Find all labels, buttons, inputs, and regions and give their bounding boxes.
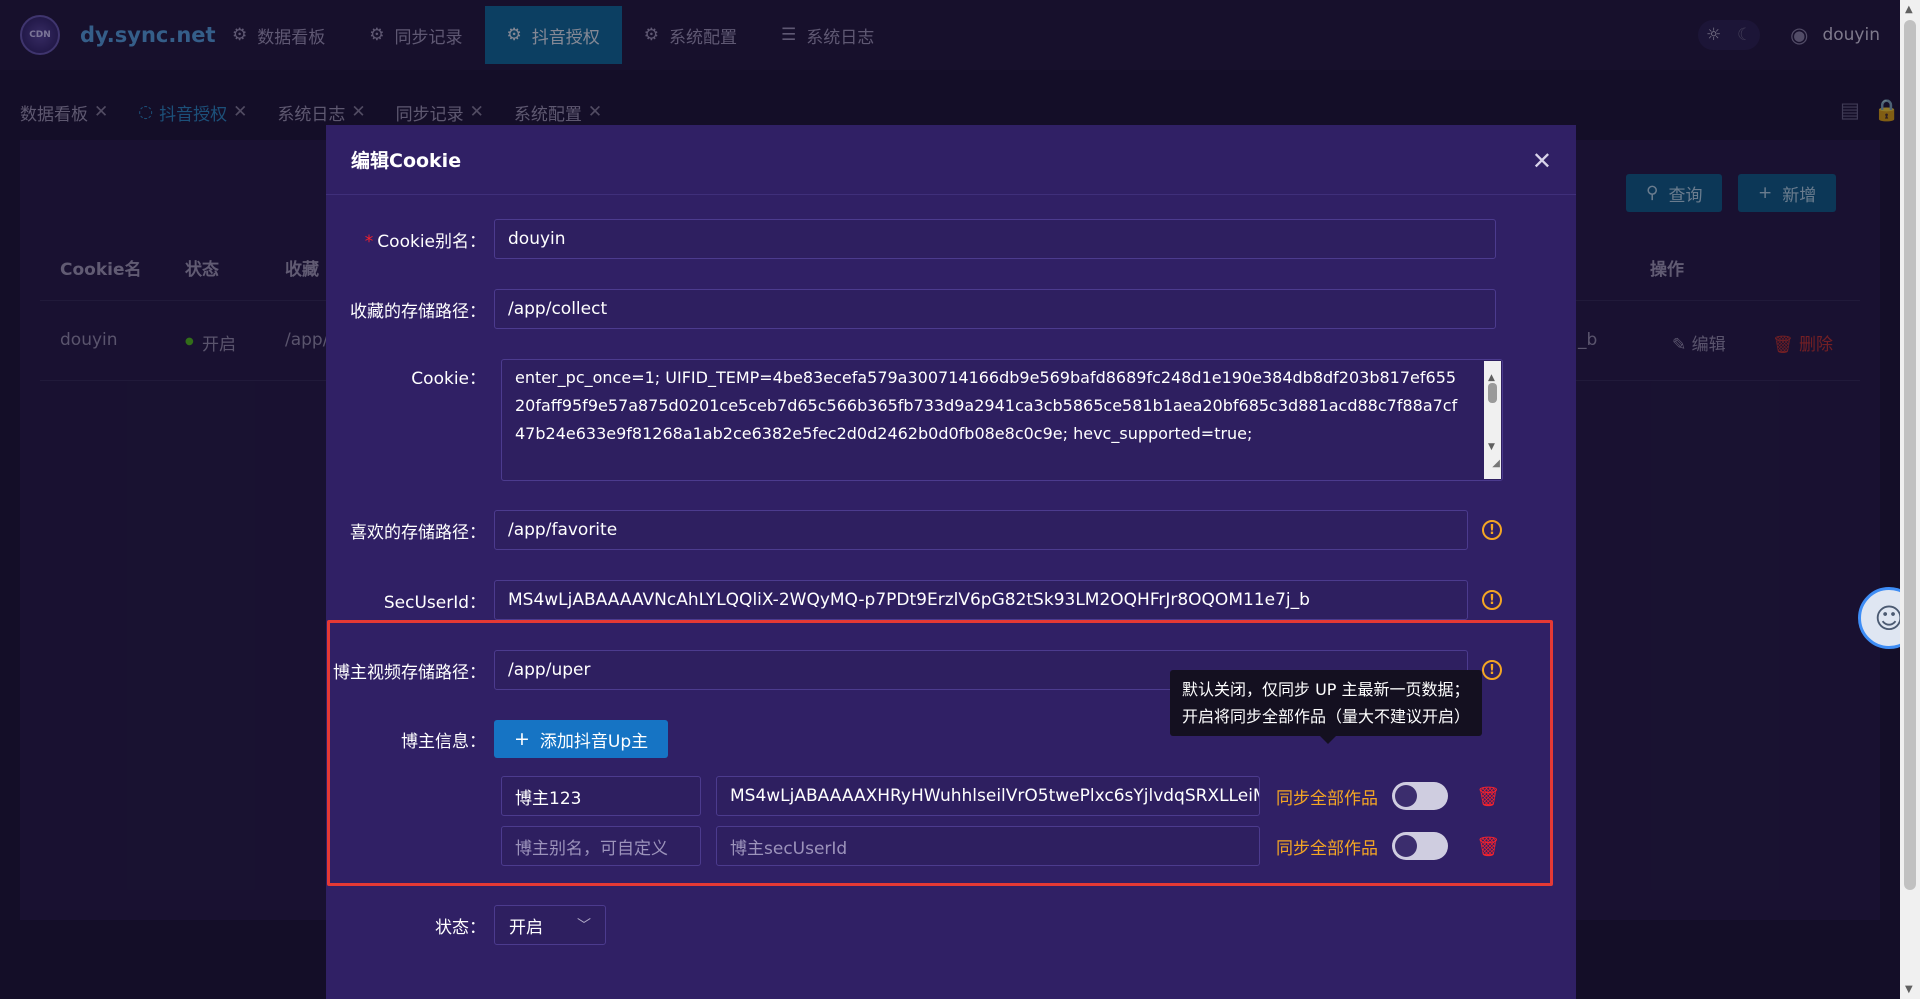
form-row-alias: * Cookie别名： douyin bbox=[326, 219, 1496, 259]
status-label: 状态： bbox=[435, 917, 486, 938]
page-scrollbar[interactable]: ▲ ▼ bbox=[1900, 0, 1920, 999]
alias-label-text: Cookie别名： bbox=[377, 231, 486, 252]
scroll-thumb[interactable] bbox=[1904, 20, 1916, 890]
warning-icon[interactable]: ! bbox=[1482, 590, 1502, 610]
collect-path-label: 收藏的存储路径： bbox=[350, 301, 486, 322]
highlight-box bbox=[327, 620, 1553, 886]
cookie-label: Cookie： bbox=[411, 369, 486, 389]
cookie-textarea[interactable]: enter_pc_once=1; UIFID_TEMP=4be83ecefa57… bbox=[501, 359, 1503, 481]
sec-user-id-input[interactable]: MS4wLjABAAAAVNcAhLYLQQliX-2WQyMQ-p7PDt9E… bbox=[494, 580, 1468, 620]
status-value: 开启 bbox=[509, 917, 543, 938]
sync-tooltip: 默认关闭，仅同步 UP 主最新一页数据；开启将同步全部作品（量大不建议开启） bbox=[1170, 670, 1482, 744]
close-icon[interactable]: ✕ bbox=[1532, 147, 1552, 175]
alias-input[interactable]: douyin bbox=[494, 219, 1496, 259]
alias-label: * Cookie别名： bbox=[326, 227, 494, 252]
favorite-path-label: 喜欢的存储路径： bbox=[350, 522, 486, 543]
form-row-status: 状态： 开启 ﹀ bbox=[326, 905, 606, 945]
collect-path-input[interactable]: /app/collect bbox=[494, 289, 1496, 329]
edit-cookie-modal: 编辑Cookie ✕ * Cookie别名： douyin 收藏的存储路径： /a… bbox=[326, 125, 1576, 999]
scroll-down-icon[interactable]: ▼ bbox=[1905, 984, 1913, 995]
scroll-up-icon[interactable]: ▲ bbox=[1905, 4, 1913, 15]
status-select[interactable]: 开启 ﹀ bbox=[494, 905, 606, 945]
form-row-cookie: Cookie： bbox=[326, 359, 494, 399]
form-row-sec-user-id: SecUserId： MS4wLjABAAAAVNcAhLYLQQliX-2WQ… bbox=[326, 580, 1502, 620]
form-row-collect-path: 收藏的存储路径： /app/collect bbox=[326, 289, 1496, 329]
required-mark: * bbox=[364, 231, 374, 252]
favorite-path-input[interactable]: /app/favorite bbox=[494, 510, 1468, 550]
form-row-favorite-path: 喜欢的存储路径： /app/favorite ! bbox=[326, 510, 1502, 550]
textarea-scrollbar[interactable]: ▲ ▼ ◢ bbox=[1484, 361, 1501, 479]
chevron-down-icon: ﹀ bbox=[577, 918, 591, 934]
scroll-thumb[interactable] bbox=[1488, 383, 1497, 403]
sec-user-id-label: SecUserId： bbox=[383, 592, 486, 613]
warning-icon[interactable]: ! bbox=[1482, 520, 1502, 540]
modal-title: 编辑Cookie bbox=[326, 125, 1576, 195]
resize-grip-icon[interactable]: ◢ bbox=[1492, 450, 1500, 478]
cookie-text: enter_pc_once=1; UIFID_TEMP=4be83ecefa57… bbox=[515, 368, 1458, 443]
